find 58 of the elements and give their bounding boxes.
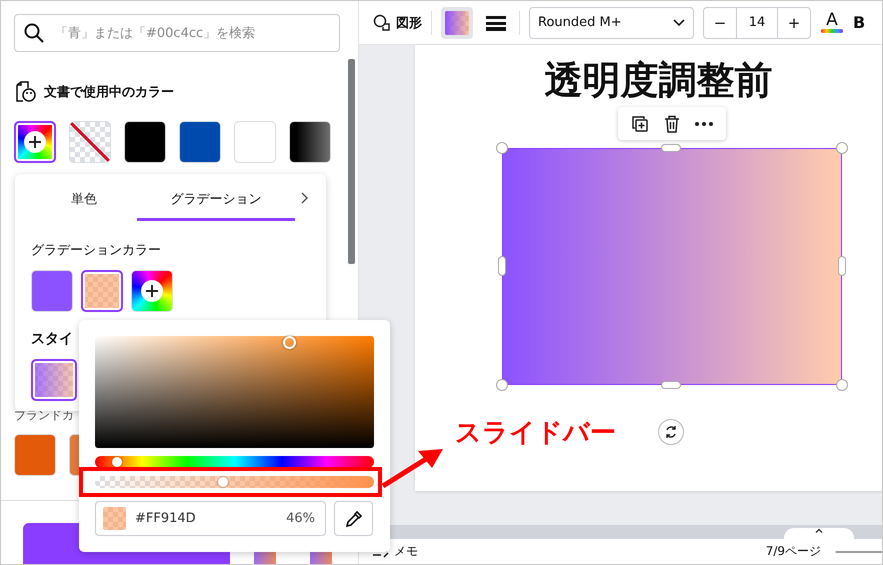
color-preview-icon	[103, 507, 126, 530]
resize-handle[interactable]	[838, 256, 846, 276]
resize-handle[interactable]	[496, 379, 508, 391]
chevron-right-icon	[301, 192, 308, 204]
tab[interactable]: 単色	[31, 174, 137, 221]
decrease-button[interactable]: −	[704, 8, 736, 38]
annotation-arrow	[382, 448, 444, 488]
hex-color-field[interactable]: #FF914D 46%	[95, 501, 326, 536]
rotate-icon	[664, 425, 678, 439]
resize-handle[interactable]	[496, 142, 508, 154]
caret-up-icon	[815, 528, 823, 533]
text-color-button[interactable]: A	[820, 12, 844, 33]
tab[interactable]: グラデーション	[137, 174, 295, 221]
transparent-swatch[interactable]	[69, 121, 111, 163]
fill-color-button[interactable]	[441, 6, 473, 38]
eyedropper-icon	[344, 510, 362, 528]
hue-slider-thumb[interactable]	[112, 457, 122, 467]
plus-icon	[145, 284, 159, 298]
scrollbar-thumb[interactable]	[348, 59, 355, 264]
opacity-slider-thumb[interactable]	[218, 477, 228, 487]
page-counter[interactable]: 7/9ページ	[766, 543, 821, 560]
palette-document-icon	[14, 80, 36, 104]
page-heading: 透明度調整前	[544, 57, 772, 104]
eyedropper-button[interactable]	[334, 501, 373, 536]
gradient-swatch[interactable]	[289, 121, 331, 163]
picker-handle[interactable]	[283, 336, 296, 349]
gradient-style-swatch[interactable]	[31, 359, 77, 401]
search-field[interactable]: 「青」または「#00c4cc」を検索	[14, 14, 340, 52]
annotation-label: スライドバー	[455, 417, 616, 450]
copy-plus-icon	[631, 114, 649, 132]
resize-handle[interactable]	[836, 142, 848, 154]
resize-handle[interactable]	[661, 144, 681, 152]
resize-handle[interactable]	[498, 256, 506, 276]
gradient-rectangle[interactable]	[502, 148, 842, 385]
color-swatch[interactable]	[81, 270, 123, 312]
resize-handle[interactable]	[661, 381, 681, 389]
resize-handle[interactable]	[836, 379, 848, 391]
font-dropdown[interactable]: Rounded M+	[529, 6, 694, 38]
bold-button[interactable]: B	[853, 13, 866, 32]
increase-button[interactable]: +	[778, 8, 810, 38]
opacity-value: 46%	[286, 511, 315, 526]
next-tab-button[interactable]	[301, 192, 308, 204]
chevron-down-icon	[673, 18, 685, 26]
rotate-button[interactable]	[658, 419, 684, 445]
section-title: グラデーションカラー	[31, 242, 161, 259]
section-title: スタイ	[31, 330, 73, 348]
shape-button[interactable]: 図形	[373, 14, 422, 32]
plus-icon	[28, 135, 42, 149]
font-size-value[interactable]: 14	[736, 8, 778, 38]
saturation-brightness-area[interactable]	[95, 336, 374, 448]
more-icon	[695, 122, 713, 126]
lines-icon	[486, 14, 506, 30]
search-icon	[24, 23, 44, 43]
add-color-button[interactable]	[14, 121, 56, 163]
hex-value: #FF914D	[135, 511, 196, 526]
section-title: 文書で使用中のカラー	[44, 84, 174, 101]
trash-icon	[664, 114, 680, 132]
shape-icon	[373, 14, 391, 32]
